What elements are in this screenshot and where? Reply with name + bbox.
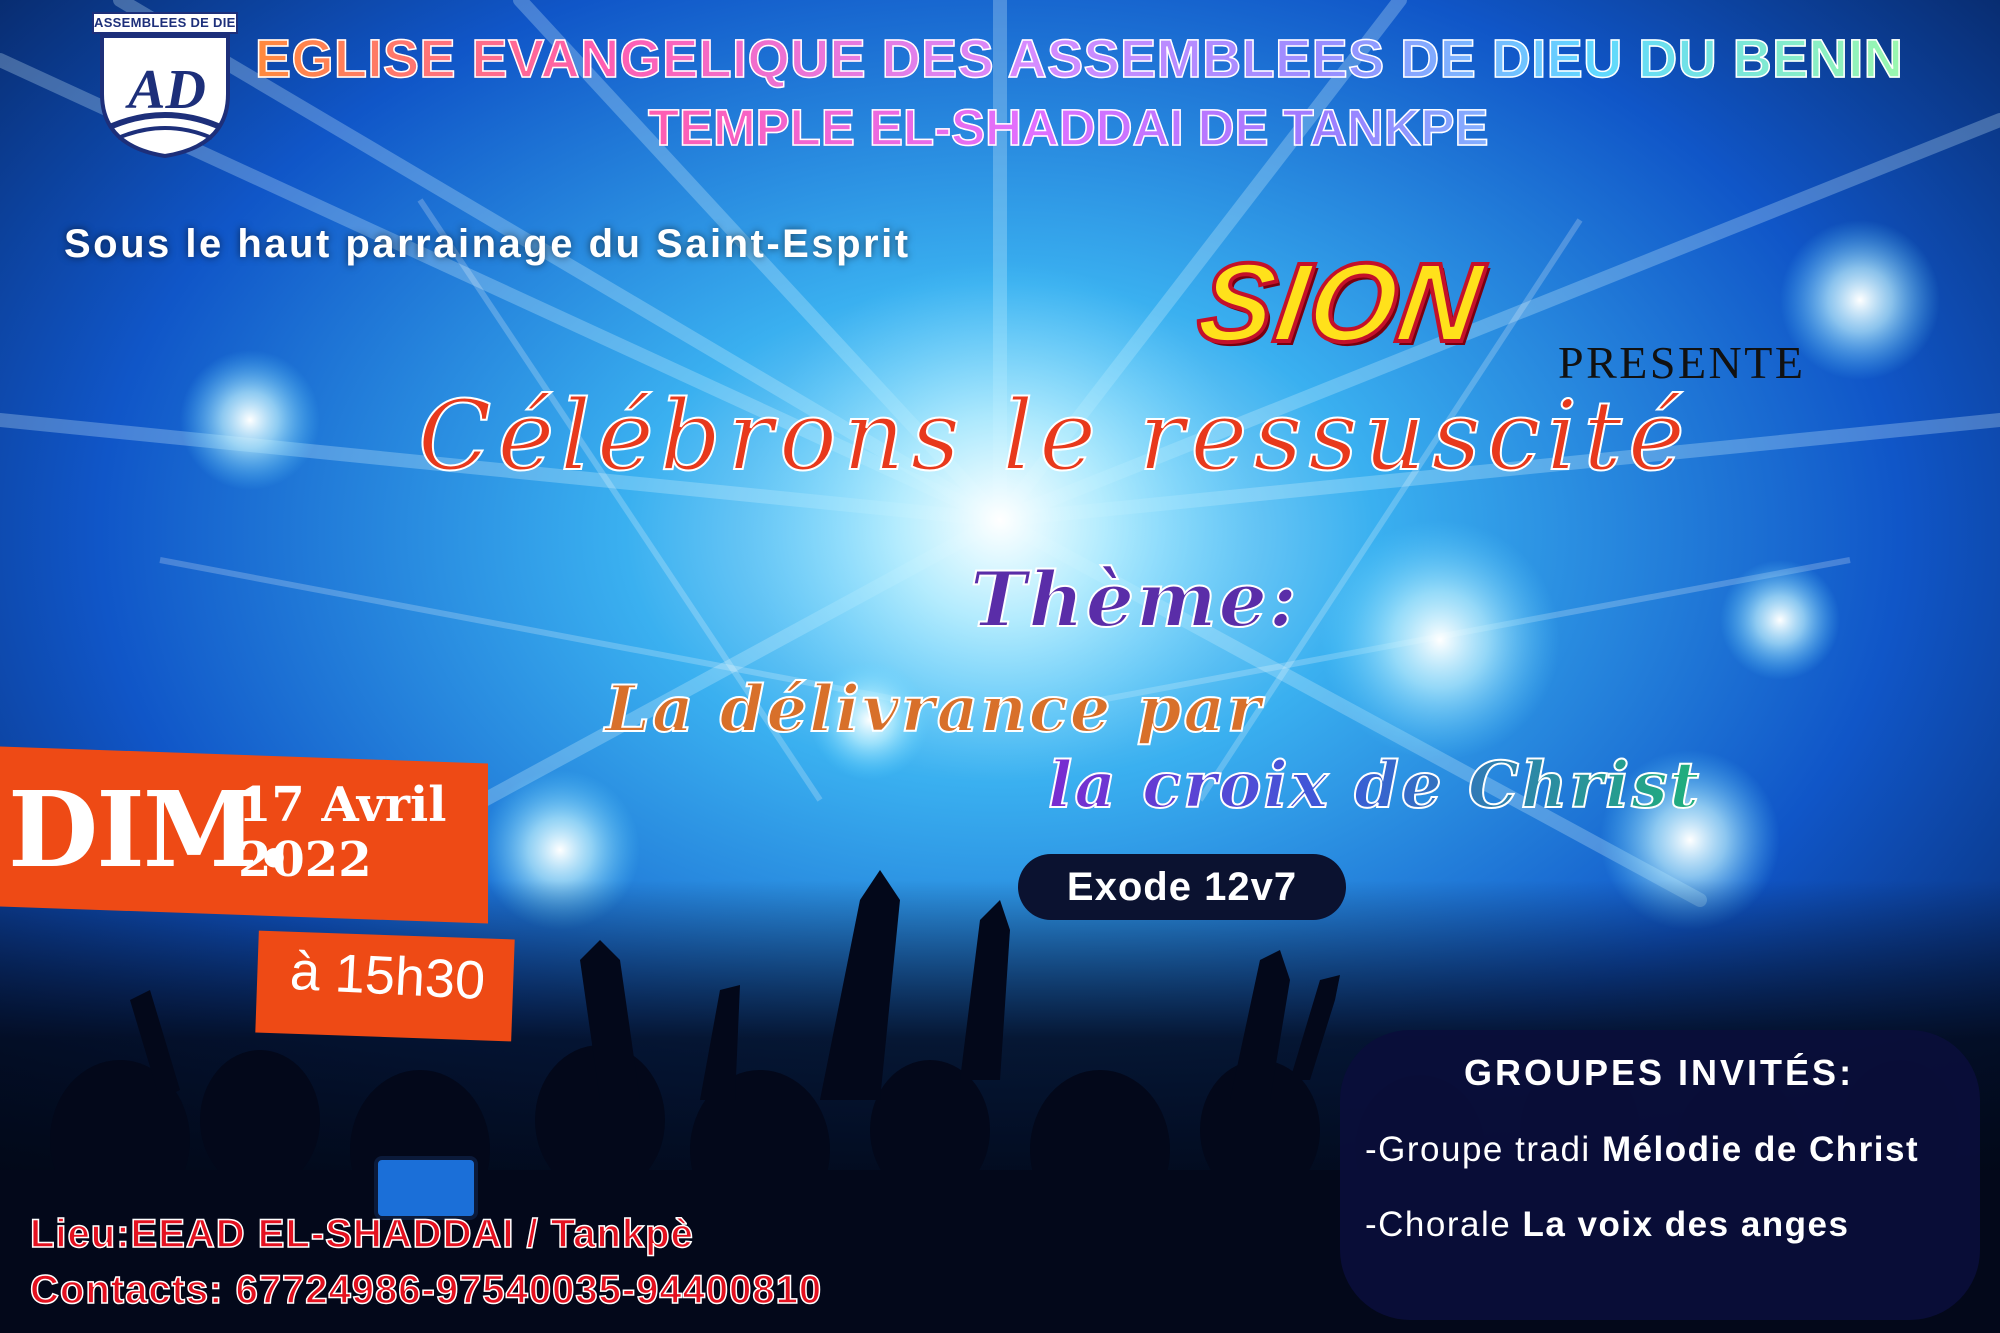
guest-prefix: -Groupe tradi <box>1365 1130 1602 1169</box>
guests-title: GROUPES INVITÉS: <box>1464 1052 1855 1093</box>
presenter-name: SION <box>1189 238 1492 367</box>
church-name: EGLISE EVANGELIQUE DES ASSEMBLEES DE DIE… <box>254 28 1975 90</box>
guest-name: La voix des anges <box>1522 1205 1850 1244</box>
guest-item: -Chorale La voix des anges <box>1365 1205 1849 1245</box>
theme-label: Thème: <box>969 554 1299 645</box>
temple-name: TEMPLE EL-SHADDAI DE TANKPE <box>647 98 1608 157</box>
event-contacts: Contacts: 67724986-97540035-94400810 <box>29 1267 823 1313</box>
church-logo: ASSEMBLEES DE DIEU AD <box>92 12 238 160</box>
guest-item: -Groupe tradi Mélodie de Christ <box>1365 1130 1919 1170</box>
event-location: Lieu:EEAD EL-SHADDAI / Tankpè <box>29 1211 694 1257</box>
event-date-day-month: 17 Avril <box>238 777 447 833</box>
guest-prefix: -Chorale <box>1365 1205 1523 1244</box>
event-date-year: 2022 <box>238 832 372 888</box>
guest-name: Mélodie de Christ <box>1601 1130 1920 1169</box>
sponsor-line: Sous le haut parrainage du Saint-Esprit <box>64 222 911 266</box>
event-time: à 15h30 <box>288 940 487 1012</box>
theme-line-2: la croix de Christ <box>1047 747 1702 824</box>
verse-badge: Exode 12v7 <box>1018 854 1346 920</box>
logo-banner: ASSEMBLEES DE DIEU <box>92 12 238 34</box>
logo-letters: AD <box>128 59 206 121</box>
theme-line-1: La délivrance par <box>604 671 1263 748</box>
event-title: Célébrons le ressuscité <box>417 379 1691 493</box>
